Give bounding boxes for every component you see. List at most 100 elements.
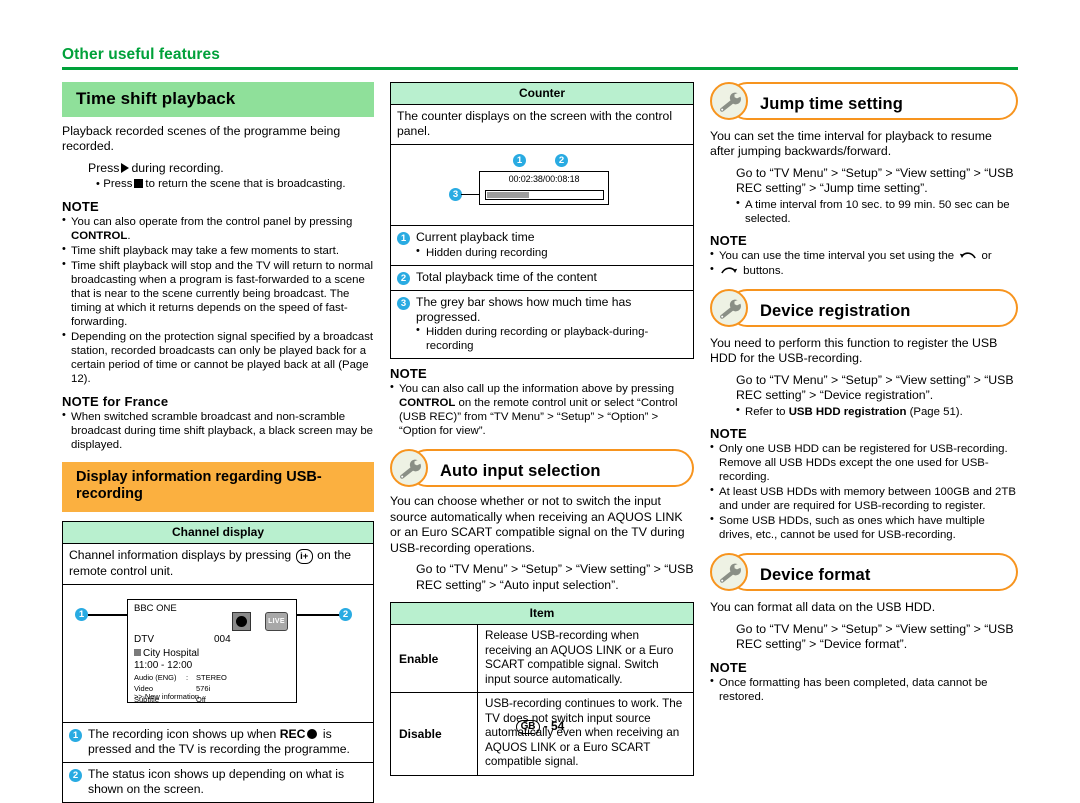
callout-number: 2 [397,271,410,285]
jump-backward-icon [960,252,977,259]
programme-marker-icon [134,649,141,657]
note-bold-control: CONTROL [71,230,128,243]
wrench-icon [710,82,748,120]
counter-time-display: 00:02:38/00:08:18 [508,173,580,184]
note-item: You can also operate from the control pa… [62,214,374,243]
callout-number-1: 1 [75,608,88,622]
pill-label: View setting [760,290,823,302]
usb-hdd-registration-ref: USB HDD registration [788,405,907,418]
pill-auto-input-selection: View setting Auto input selection [390,449,694,488]
tv-source: DTV [134,634,154,646]
bullet-item: A time interval from 10 sec. to 99 min. … [736,197,1018,226]
bullet-item: Refer to USB HDD registration (Page 51). [736,404,1018,419]
note-item: Time shift playback may take a few momen… [62,243,374,258]
column-right: View setting Jump time setting You can s… [710,82,1018,704]
note-item: Some USB HDDs, such as ones which have m… [710,513,1018,542]
section-title-display-info: Display information regarding USB-record… [62,461,374,512]
pill-label: View setting [440,450,503,463]
tv-screen-figure: 1 2 BBC ONE LIVE DTV 004 City Hospital 1… [63,585,373,724]
note-heading: NOTE [62,199,99,215]
note-item: At least USB HDDs with memory between 10… [710,484,1018,513]
device-format-notes: Once formatting has been completed, data… [710,675,1018,704]
stop-icon [134,179,144,189]
channel-display-header: Channel display [63,521,373,544]
device-registration-bullets: Refer to USB HDD registration (Page 51). [736,404,1018,419]
counter-description: The counter displays on the screen with … [391,105,693,145]
counter-callout-1: 1 [513,153,526,167]
tv-screen: BBC ONE LIVE DTV 004 City Hospital 11:00… [127,599,297,704]
counter-row: 1 Current playback time Hidden during re… [391,226,693,266]
note-item: Only one USB HDD can be registered for U… [710,441,1018,484]
note-heading: NOTE [710,425,747,441]
note-france-heading: NOTE for France [62,393,169,409]
tv-spec-row: Audio (ENG): STEREO [134,673,227,683]
callout-number: 3 [397,296,410,310]
callout-number-2: 2 [339,608,352,622]
page-footer: GB - 54 [0,719,1080,734]
counter-osd: 00:02:38/00:08:18 [479,170,609,205]
bullet-item: Hidden during recording [416,245,548,260]
channel-display-description: Channel information displays by pressing… [63,544,373,586]
pill-device-format: View setting Device format [710,553,1018,592]
wrench-glyph [720,92,741,112]
item-value: Release USB-recording when receiving an … [485,629,674,686]
counter-row: 3 The grey bar shows how much time has p… [391,291,693,359]
channel-callout-row: 2 The status icon shows up depending on … [63,763,373,802]
wrench-glyph [720,299,741,319]
pill-device-registration: View setting Device registration [710,289,1018,327]
jump-forward-icon [721,267,738,274]
column-middle: Counter The counter displays on the scre… [390,82,694,776]
note-item-cont: buttons. [710,263,1018,278]
item-key: Enable [391,625,478,693]
tv-new-information: >> New information [134,692,200,702]
note-heading: NOTE [390,366,427,382]
tv-channel-name: BBC ONE [134,603,177,615]
counter-table: Counter The counter displays on the scre… [390,82,694,360]
counter-note-list: You can also call up the information abo… [390,381,694,438]
table-row: Enable Release USB-recording when receiv… [391,625,693,694]
step-bullet-prefix: Press [103,178,133,191]
device-registration-intro: You need to perform this function to reg… [710,336,998,366]
step-suffix: during recording. [131,160,224,175]
device-format-intro: You can format all data on the USB HDD. [710,600,936,615]
step-prefix: Press [88,160,120,175]
counter-row-text: The grey bar shows how much time has pro… [416,294,632,324]
counter-callout-2: 2 [555,153,568,167]
tv-programme: City Hospital [134,648,199,659]
note-item: You can use the time interval you set us… [710,248,1018,263]
region-code-badge: GB [515,720,541,734]
note-item: Depending on the protection signal speci… [62,329,374,386]
bullet-item: Hidden during recording or playback-duri… [416,324,687,353]
running-header-text: Other useful features [62,46,221,63]
note-bold-control: CONTROL [399,397,456,410]
note-item: Time shift playback will stop and the TV… [62,258,374,329]
wrench-glyph [400,460,421,480]
live-status-icon: LIVE [265,612,288,632]
wrench-glyph [720,563,741,583]
callout-number: 2 [69,768,82,782]
counter-row-text: Total playback time of the content [416,269,597,284]
counter-row-bullets: Hidden during recording [416,245,548,260]
time-shift-step: Press during recording. [88,161,374,176]
column-left: Time shift playback Playback recorded sc… [62,82,374,803]
callout-text: The status icon shows up depending on wh… [88,766,345,796]
pill-title: Device format [760,566,871,585]
pill-jump-time-setting: View setting Jump time setting [710,82,1018,120]
note-item: When switched scramble broadcast and non… [62,408,374,452]
record-dot-icon [236,616,247,628]
tv-programme-time: 11:00 - 12:00 [134,660,193,672]
note-item: You can also call up the information abo… [390,381,694,438]
tv-channel-number: 004 [214,634,231,646]
info-plus-icon: i+ [295,549,313,565]
auto-input-intro: You can choose whether or not to switch … [390,494,685,555]
footer-separator: - [543,719,548,733]
step-bullet-suffix: to return the scene that is broadcasting… [145,178,346,191]
manual-page: Other useful features Time shift playbac… [0,0,1080,803]
pill-label: View setting [760,83,823,95]
counter-figure: 1 2 3 00:02:38/00:08:18 [391,145,693,226]
auto-input-item-table: Item Enable Release USB-recording when r… [390,602,694,776]
time-shift-notes: You can also operate from the control pa… [62,214,374,386]
device-format-goto: Go to “TV Menu” > “Setup” > “View settin… [736,621,1014,652]
time-shift-step-bullet: • Press to return the scene that is broad… [96,178,346,191]
counter-row-text: Current playback time [416,229,535,244]
